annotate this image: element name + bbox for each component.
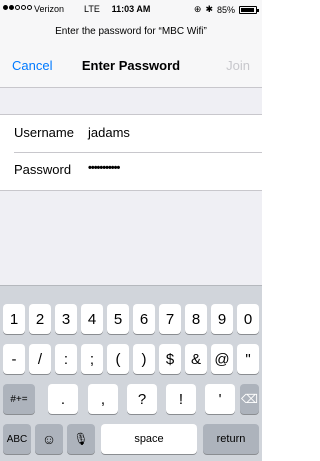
key-colon[interactable]: :	[55, 344, 77, 374]
key-ampersand[interactable]: &	[185, 344, 207, 374]
key-4[interactable]: 4	[81, 304, 103, 334]
key-0[interactable]: 0	[237, 304, 259, 334]
key-5[interactable]: 5	[107, 304, 129, 334]
key-more-symbols[interactable]: #+=	[3, 384, 35, 414]
delete-key[interactable]: ⌫	[240, 384, 259, 414]
battery-icon	[239, 5, 259, 14]
key-exclamation[interactable]: !	[166, 384, 196, 414]
rotation-lock-icon: ⊕	[193, 4, 202, 14]
key-7[interactable]: 7	[159, 304, 181, 334]
key-at[interactable]: @	[211, 344, 233, 374]
backspace-icon: ⌫	[241, 392, 258, 406]
key-hyphen[interactable]: -	[3, 344, 25, 374]
password-label: Password	[14, 162, 72, 177]
status-right: ⊕ ✱ 85%	[193, 4, 259, 15]
key-3[interactable]: 3	[55, 304, 77, 334]
key-question[interactable]: ?	[127, 384, 157, 414]
section-spacer	[0, 88, 262, 114]
emoji-icon: ☺	[41, 431, 57, 447]
keyboard: 1 2 3 4 5 6 7 8 9 0 - / : ; ( ) $ & @ " …	[0, 285, 262, 461]
key-apostrophe[interactable]: '	[205, 384, 235, 414]
page-title: Enter Password	[81, 58, 181, 73]
battery-percent: 85%	[216, 4, 235, 15]
key-comma[interactable]: ,	[88, 384, 118, 414]
key-9[interactable]: 9	[211, 304, 233, 334]
dictation-key[interactable]: 🎙	[67, 424, 95, 454]
key-abc[interactable]: ABC	[3, 424, 31, 454]
join-button[interactable]: Join	[226, 58, 250, 73]
key-semicolon[interactable]: ;	[81, 344, 103, 374]
key-6[interactable]: 6	[133, 304, 155, 334]
key-quote[interactable]: "	[237, 344, 259, 374]
password-row[interactable]: Password •••••••••••	[0, 152, 262, 188]
username-field[interactable]: jadams	[88, 125, 130, 140]
password-prompt: Enter the password for “MBC Wifi”	[0, 20, 262, 44]
empty-area	[0, 191, 262, 285]
emoji-key[interactable]: ☺	[35, 424, 63, 454]
username-row[interactable]: Username jadams	[0, 115, 262, 151]
key-return[interactable]: return	[203, 424, 259, 454]
key-1[interactable]: 1	[3, 304, 25, 334]
key-2[interactable]: 2	[29, 304, 51, 334]
key-dollar[interactable]: $	[159, 344, 181, 374]
key-slash[interactable]: /	[29, 344, 51, 374]
navigation-bar: Cancel Enter Password Join	[0, 44, 262, 88]
key-8[interactable]: 8	[185, 304, 207, 334]
credentials-form: Username jadams Password •••••••••••	[0, 114, 262, 191]
key-open-paren[interactable]: (	[107, 344, 129, 374]
microphone-icon: 🎙	[73, 432, 89, 446]
status-bar: Verizon LTE 11:03 AM ⊕ ✱ 85%	[0, 0, 262, 20]
key-space[interactable]: space	[101, 424, 197, 454]
password-field[interactable]: •••••••••••	[88, 162, 120, 174]
key-close-paren[interactable]: )	[133, 344, 155, 374]
bluetooth-icon: ✱	[205, 4, 213, 14]
username-label: Username	[14, 125, 74, 140]
key-period[interactable]: .	[48, 384, 78, 414]
